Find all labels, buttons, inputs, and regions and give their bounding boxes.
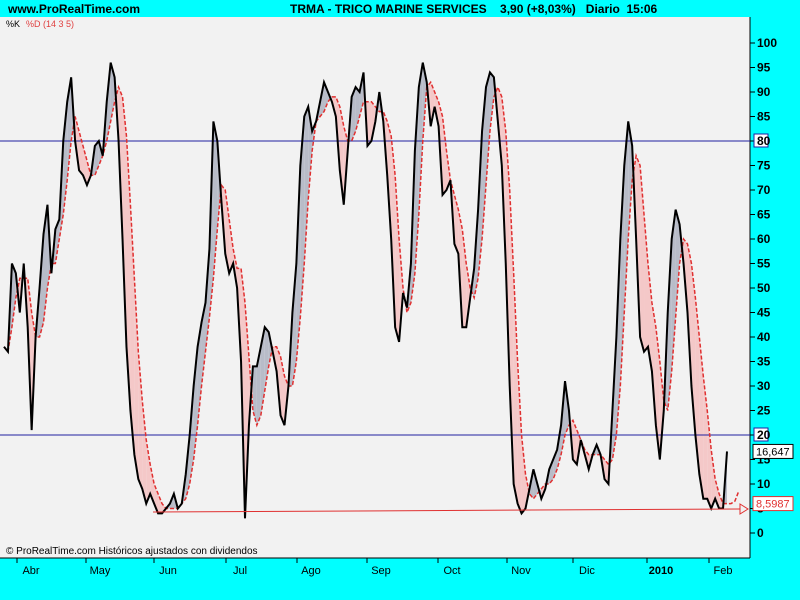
y-tick-label: 90 (757, 85, 771, 99)
x-tick-label: Oct (443, 565, 460, 577)
y-tick-label: 80 (757, 134, 771, 148)
x-tick-label: Nov (511, 565, 531, 577)
copyright: © ProRealTime.com Históricos ajustados c… (6, 546, 258, 557)
y-tick-label: 25 (757, 404, 771, 418)
d-legend: %D (14 3 5) (26, 19, 74, 29)
y-tick-label: 55 (757, 257, 771, 271)
y-tick-label: 0 (757, 526, 764, 540)
y-tick-label: 95 (757, 61, 771, 75)
y-tick-label: 40 (757, 330, 771, 344)
x-tick-label: Jul (233, 565, 247, 577)
k-legend: %K (6, 19, 20, 29)
y-tick-label: 20 (757, 428, 771, 442)
d-last-value: 8,5987 (756, 499, 790, 511)
x-tick-label: Dic (579, 565, 595, 577)
y-tick-label: 45 (757, 306, 771, 320)
x-tick-label: May (90, 565, 111, 577)
x-tick-label: Jun (159, 565, 177, 577)
y-tick-label: 10 (757, 477, 771, 491)
y-tick-label: 70 (757, 183, 771, 197)
y-tick-label: 75 (757, 159, 771, 173)
k-last-value: 16,647 (756, 446, 790, 458)
y-tick-label: 100 (757, 36, 777, 50)
y-tick-label: 60 (757, 232, 771, 246)
x-tick-label: Sep (371, 565, 391, 577)
y-tick-label: 65 (757, 208, 771, 222)
x-tick-label: Feb (714, 565, 733, 577)
x-tick-label: Abr (22, 565, 39, 577)
y-tick-label: 30 (757, 379, 771, 393)
stochastic-chart[interactable]: %K %D (14 3 5) © ProRealTime.com Históri… (0, 0, 800, 600)
x-tick-label: Ago (301, 565, 321, 577)
y-tick-label: 35 (757, 355, 771, 369)
y-tick-label: 85 (757, 110, 771, 124)
y-tick-label: 50 (757, 281, 771, 295)
x-tick-label: 2010 (649, 565, 673, 577)
